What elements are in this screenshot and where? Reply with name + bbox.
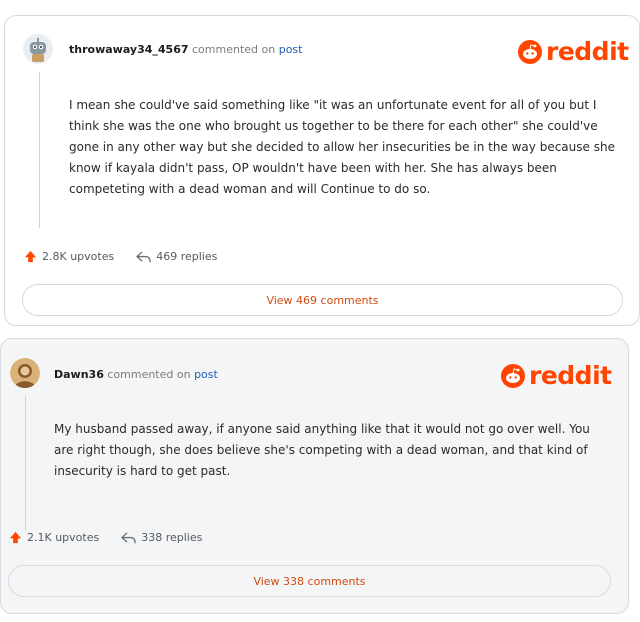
view-comments-button[interactable]: View 338 comments: [8, 565, 611, 597]
post-link[interactable]: post: [194, 368, 218, 381]
reddit-logo: reddit: [518, 37, 629, 66]
replies-stat[interactable]: 469 replies: [136, 250, 217, 263]
user-avatar-dawn[interactable]: [10, 358, 40, 388]
replies-count: 338 replies: [141, 531, 203, 544]
comment-body: My husband passed away, if anyone said a…: [54, 422, 590, 478]
reply-arrow-icon: [121, 532, 136, 543]
comment-body: I mean she could've said something like …: [69, 98, 615, 196]
upvote-count: 2.1K upvotes: [27, 531, 100, 544]
upvote-count: 2.8K upvotes: [42, 250, 115, 263]
comment-stats: 2.8K upvotes 469 replies: [24, 250, 217, 263]
username[interactable]: Dawn36: [54, 368, 104, 381]
comment-stats: 2.1K upvotes 338 replies: [9, 531, 202, 544]
comment-card-2: Dawn36 commented on post reddit My husba…: [0, 338, 629, 614]
username[interactable]: throwaway34_4567: [69, 43, 189, 56]
reddit-logo: reddit: [501, 361, 612, 390]
reddit-snoo-icon: [518, 39, 542, 64]
thread-line: [25, 396, 26, 530]
replies-count: 469 replies: [156, 250, 218, 263]
comment-card-1: throwaway34_4567 commented on post reddi…: [4, 15, 640, 326]
post-link[interactable]: post: [279, 43, 303, 56]
view-comments-button[interactable]: View 469 comments: [22, 284, 623, 316]
reddit-wordmark: reddit: [546, 37, 629, 66]
upvote-stat[interactable]: 2.8K upvotes: [24, 250, 114, 263]
thread-line: [39, 72, 40, 228]
reply-arrow-icon: [136, 251, 151, 262]
reddit-wordmark: reddit: [529, 361, 612, 390]
comment-header: Dawn36 commented on post: [54, 368, 218, 381]
comment-header: throwaway34_4567 commented on post: [69, 43, 302, 56]
upvote-arrow-icon: [9, 531, 22, 544]
replies-stat[interactable]: 338 replies: [121, 531, 202, 544]
commented-on-text: commented on: [192, 43, 276, 56]
upvote-stat[interactable]: 2.1K upvotes: [9, 531, 99, 544]
user-avatar-robot[interactable]: [23, 34, 53, 64]
commented-on-text: commented on: [107, 368, 191, 381]
upvote-arrow-icon: [24, 250, 37, 263]
reddit-snoo-icon: [501, 363, 525, 388]
